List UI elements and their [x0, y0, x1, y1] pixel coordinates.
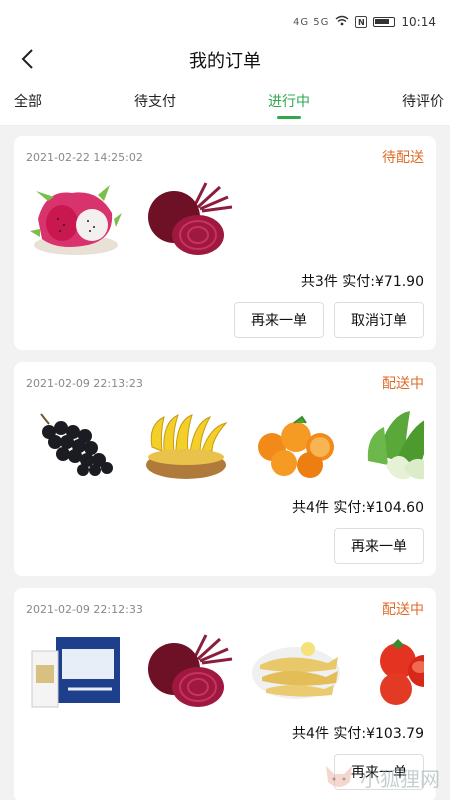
order-total: 共4件 实付:¥104.60 — [292, 500, 424, 516]
battery-icon — [373, 17, 396, 27]
order-tabs: 全部 待支付 进行中 待评价 — [0, 76, 450, 126]
bananas-image — [136, 400, 236, 490]
signal-indicator: 4G 5G — [293, 16, 330, 28]
tomatoes-image — [356, 626, 424, 716]
tab-pending-payment[interactable]: 待支付 — [134, 81, 176, 121]
status-time: 10:14 — [401, 15, 436, 29]
order-time: 2021-02-09 22:12:33 — [26, 602, 143, 616]
yellow-croaker-fish-image — [246, 626, 346, 716]
order-status: 待配送 — [382, 150, 424, 166]
fox-logo-icon — [326, 766, 352, 787]
grapes-image — [26, 400, 126, 490]
back-button[interactable] — [14, 46, 40, 72]
order-card[interactable]: 2021-02-22 14:25:02 待配送 共3件 实付:¥71.90 再来… — [14, 136, 436, 350]
nfc-icon: N — [355, 16, 368, 28]
product-thumbnails[interactable] — [26, 624, 424, 718]
chevron-left-icon — [21, 49, 33, 69]
order-total: 共3件 实付:¥71.90 — [300, 274, 424, 290]
beetroot-image — [136, 626, 236, 716]
reorder-button[interactable]: 再来一单 — [334, 528, 424, 564]
page-title: 我的订单 — [189, 51, 261, 72]
order-time: 2021-02-22 14:25:02 — [26, 150, 143, 164]
order-total: 共4件 实付:¥103.79 — [292, 726, 424, 742]
oranges-image — [246, 400, 346, 490]
status-bar: 4G 5G N 10:14 — [0, 0, 450, 44]
tab-all[interactable]: 全部 — [14, 81, 42, 121]
tab-in-progress[interactable]: 进行中 — [268, 81, 310, 121]
header: 我的订单 — [0, 44, 450, 76]
dragon-fruit-image — [26, 174, 126, 264]
beetroot-image — [136, 174, 236, 264]
wifi-icon — [335, 15, 349, 29]
tab-pending-review[interactable]: 待评价 — [402, 81, 444, 121]
milk-box-image — [26, 626, 126, 716]
watermark: 小狐狸网 — [322, 760, 440, 794]
watermark-text: 小狐狸网 — [360, 766, 440, 791]
order-time: 2021-02-09 22:13:23 — [26, 376, 143, 390]
order-status: 配送中 — [382, 602, 424, 618]
product-thumbnails[interactable] — [26, 172, 424, 266]
bok-choy-image — [356, 400, 424, 490]
reorder-button[interactable]: 再来一单 — [234, 302, 324, 338]
order-list: 2021-02-22 14:25:02 待配送 共3件 实付:¥71.90 再来… — [0, 126, 450, 800]
product-thumbnails[interactable] — [26, 398, 424, 492]
order-status: 配送中 — [382, 376, 424, 392]
order-card[interactable]: 2021-02-09 22:13:23 配送中 共4件 实付:¥104.60 再… — [14, 362, 436, 576]
cancel-order-button[interactable]: 取消订单 — [334, 302, 424, 338]
